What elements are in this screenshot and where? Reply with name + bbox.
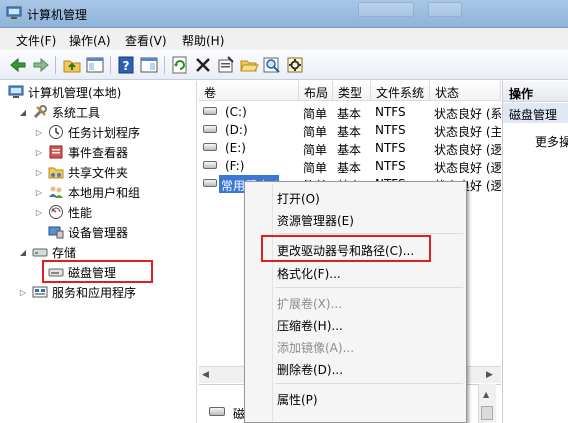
tree-label: 本地用户和组 xyxy=(68,185,141,200)
shared-folder-icon xyxy=(48,164,64,180)
tree-label: 计算机管理(本地) xyxy=(28,85,122,100)
menu-item-shrink-volume[interactable]: 压缩卷(H)... xyxy=(277,317,343,334)
scroll-left-icon[interactable]: ◀ xyxy=(202,370,209,380)
window-title: 计算机管理 xyxy=(27,8,88,22)
computer-management-icon xyxy=(6,6,22,20)
tree-item-performance[interactable]: ▷ 性能 xyxy=(34,203,92,221)
table-row[interactable]: (E:) 简单 基本 NTFS 状态良好 (逻 xyxy=(199,139,501,157)
tree-item-event-viewer[interactable]: ▷ 事件查看器 xyxy=(34,143,128,161)
tree-item-system-tools[interactable]: ◢ 系统工具 xyxy=(18,103,100,121)
tree-item-root[interactable]: 计算机管理(本地) xyxy=(8,83,121,101)
services-icon xyxy=(32,284,48,300)
menu-bar: 文件(F) 操作(A) 查看(V) 帮助(H) xyxy=(0,28,568,50)
menu-action[interactable]: 操作(A) xyxy=(69,32,111,49)
tree-label: 任务计划程序 xyxy=(68,125,141,140)
title-bar: 计算机管理 xyxy=(0,0,568,28)
delete-icon[interactable] xyxy=(193,55,213,75)
table-row[interactable]: (D:) 简单 基本 NTFS 状态良好 (主 xyxy=(199,121,501,139)
more-actions-link[interactable]: 更多操 xyxy=(535,133,568,150)
scroll-right-icon[interactable]: ▶ xyxy=(486,370,493,380)
table-row[interactable]: (F:) 简单 基本 NTFS 状态良好 (逻 xyxy=(199,157,501,175)
collapse-arrow-icon[interactable]: ◢ xyxy=(18,108,28,117)
tree-item-storage[interactable]: ◢ 存储 xyxy=(18,243,76,261)
expand-arrow-icon[interactable]: ▷ xyxy=(34,208,44,217)
tree-label: 服务和应用程序 xyxy=(52,285,137,300)
settings-icon[interactable] xyxy=(285,55,305,75)
scroll-up-icon[interactable]: ▲ xyxy=(483,390,489,399)
show-hide-action-pane-icon[interactable] xyxy=(139,55,159,75)
title-bar-faded-button[interactable] xyxy=(358,2,414,17)
tree-label: 性能 xyxy=(68,205,93,220)
actions-section-disk-management[interactable]: 磁盘管理 xyxy=(503,103,568,123)
computer-management-icon xyxy=(8,84,24,100)
table-row[interactable]: (C:) 简单 基本 NTFS 状态良好 (系 xyxy=(199,103,501,121)
menu-item-delete-volume[interactable]: 删除卷(D)... xyxy=(277,361,343,378)
up-folder-icon[interactable] xyxy=(62,55,82,75)
change-drive-letter-highlight xyxy=(261,235,431,262)
column-header-status[interactable]: 状态 xyxy=(430,81,501,101)
disk-management-highlight xyxy=(42,260,153,283)
title-bar-faded-button-2[interactable] xyxy=(428,2,462,17)
tree-item-local-users[interactable]: ▷ 本地用户和组 xyxy=(34,183,140,201)
event-viewer-icon xyxy=(48,144,64,160)
storage-icon xyxy=(32,244,48,260)
expand-arrow-icon[interactable]: ▷ xyxy=(34,128,44,137)
menu-view[interactable]: 查看(V) xyxy=(125,32,167,49)
expand-arrow-icon[interactable]: ▷ xyxy=(34,168,44,177)
menu-item-properties[interactable]: 属性(P) xyxy=(277,391,318,408)
menu-item-add-mirror[interactable]: 添加镜像(A)... xyxy=(277,339,354,356)
help-icon[interactable]: ? xyxy=(116,55,136,75)
back-arrow-icon[interactable] xyxy=(8,55,28,75)
drive-icon xyxy=(203,179,217,187)
actions-header: 操作 xyxy=(503,81,568,102)
device-manager-icon xyxy=(48,224,64,240)
clock-icon xyxy=(48,124,64,140)
tree-item-shared-folders[interactable]: ▷ 共享文件夹 xyxy=(34,163,128,181)
drive-icon xyxy=(203,143,217,151)
refresh-icon[interactable] xyxy=(170,55,190,75)
vertical-scrollbar[interactable]: ▲ xyxy=(478,384,496,423)
tree-label: 共享文件夹 xyxy=(68,165,129,180)
open-folder-icon[interactable] xyxy=(239,55,259,75)
menu-item-open[interactable]: 打开(O) xyxy=(277,190,320,207)
column-header-layout[interactable]: 布局 xyxy=(299,81,333,101)
column-header-type[interactable]: 类型 xyxy=(333,81,371,101)
tree-label: 系统工具 xyxy=(52,105,101,120)
drive-icon xyxy=(203,161,217,169)
navigation-tree: 计算机管理(本地) ◢ 系统工具 ▷ 任务计划程序 ▷ 事件查看器 ▷ 共享文件… xyxy=(0,81,197,423)
properties-icon[interactable] xyxy=(216,55,236,75)
actions-pane: 操作 磁盘管理 更多操 xyxy=(502,81,568,423)
expand-arrow-icon[interactable]: ▷ xyxy=(18,288,28,297)
menu-item-explorer[interactable]: 资源管理器(E) xyxy=(277,212,354,229)
tree-label: 设备管理器 xyxy=(68,225,129,240)
scroll-thumb[interactable] xyxy=(481,406,493,420)
expand-arrow-icon[interactable]: ▷ xyxy=(34,148,44,157)
menu-item-extend-volume[interactable]: 扩展卷(X)... xyxy=(277,295,342,312)
menu-file[interactable]: 文件(F) xyxy=(16,32,56,49)
column-header-volume[interactable]: 卷 xyxy=(199,81,299,101)
tree-label: 事件查看器 xyxy=(68,145,129,160)
expand-arrow-icon[interactable]: ▷ xyxy=(34,188,44,197)
users-icon xyxy=(48,184,64,200)
drive-icon xyxy=(203,107,217,115)
context-menu: 打开(O) 资源管理器(E) 更改驱动器号和路径(C)... 格式化(F)...… xyxy=(244,181,467,423)
svg-text:?: ? xyxy=(123,59,130,73)
menu-help[interactable]: 帮助(H) xyxy=(182,32,224,49)
forward-arrow-icon[interactable] xyxy=(31,55,51,75)
menu-item-format[interactable]: 格式化(F)... xyxy=(277,265,341,282)
show-hide-tree-icon[interactable] xyxy=(85,55,105,75)
tools-icon xyxy=(32,104,48,120)
tree-item-services[interactable]: ▷ 服务和应用程序 xyxy=(18,283,136,301)
collapse-arrow-icon[interactable]: ◢ xyxy=(18,248,28,257)
disk-icon xyxy=(209,407,225,416)
drive-icon xyxy=(203,125,217,133)
tree-item-device-manager[interactable]: 设备管理器 xyxy=(48,223,128,241)
tree-label: 存储 xyxy=(52,245,77,260)
search-icon[interactable] xyxy=(262,55,282,75)
column-header-filesystem[interactable]: 文件系统 xyxy=(371,81,430,101)
performance-icon xyxy=(48,204,64,220)
tree-item-task-scheduler[interactable]: ▷ 任务计划程序 xyxy=(34,123,140,141)
toolbar: ? xyxy=(0,50,568,80)
